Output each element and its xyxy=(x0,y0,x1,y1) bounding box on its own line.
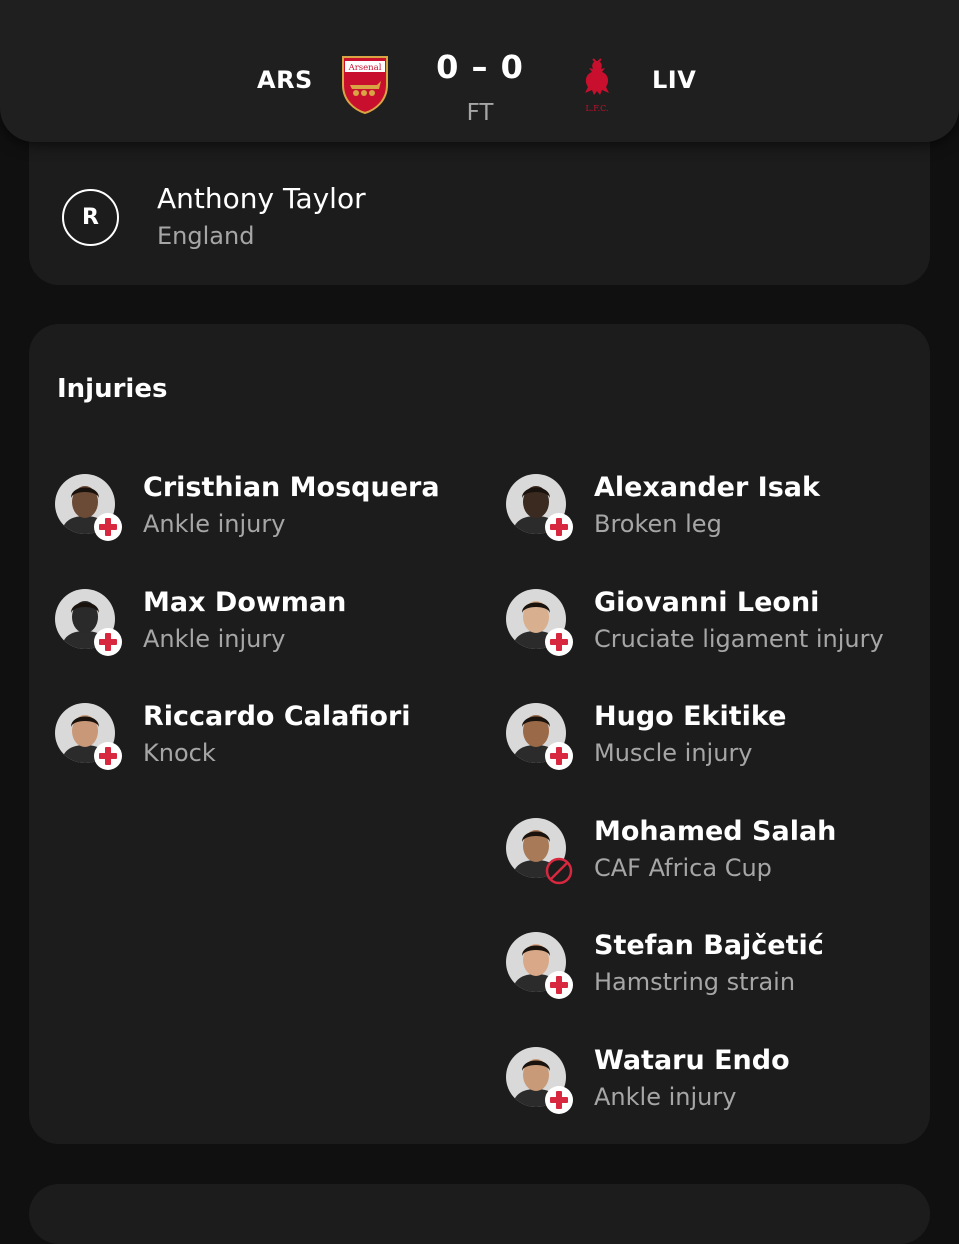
player-name: Giovanni Leoni xyxy=(594,587,820,618)
player-row[interactable]: Riccardo Calafiori Knock xyxy=(55,701,475,793)
referee-country: England xyxy=(157,222,255,250)
player-row[interactable]: Giovanni Leoni Cruciate ligament injury xyxy=(506,587,926,679)
match-header[interactable]: ARS Arsenal 0 – 0 FT L.F.C. LIV xyxy=(0,0,959,142)
player-name: Max Dowman xyxy=(143,587,347,618)
match-status: FT xyxy=(466,100,494,126)
next-card xyxy=(29,1184,930,1244)
player-name: Mohamed Salah xyxy=(594,816,837,847)
player-name: Hugo Ekitike xyxy=(594,701,787,732)
referee-badge-icon: R xyxy=(62,189,119,246)
match-score: 0 – 0 xyxy=(436,48,524,86)
referee-name[interactable]: Anthony Taylor xyxy=(157,182,366,215)
injury-reason: Knock xyxy=(143,739,216,767)
player-row[interactable]: Stefan Bajčetić Hamstring strain xyxy=(506,930,926,1022)
player-row[interactable]: Alexander Isak Broken leg xyxy=(506,472,926,564)
arsenal-crest-text: Arsenal xyxy=(348,63,382,73)
injury-cross-icon xyxy=(93,512,123,542)
player-row[interactable]: Hugo Ekitike Muscle injury xyxy=(506,701,926,793)
player-row[interactable]: Max Dowman Ankle injury xyxy=(55,587,475,679)
injury-cross-icon xyxy=(544,1085,574,1115)
liverpool-crest-text: L.F.C. xyxy=(585,104,608,113)
player-name: Stefan Bajčetić xyxy=(594,930,824,961)
unavailable-icon xyxy=(544,856,574,886)
injury-cross-icon xyxy=(544,970,574,1000)
injury-cross-icon xyxy=(544,741,574,771)
player-name: Cristhian Mosquera xyxy=(143,472,440,503)
injury-cross-icon xyxy=(544,627,574,657)
player-name: Riccardo Calafiori xyxy=(143,701,411,732)
away-team-code[interactable]: LIV xyxy=(652,66,696,94)
player-row[interactable]: Wataru Endo Ankle injury xyxy=(506,1045,926,1137)
player-name: Alexander Isak xyxy=(594,472,820,503)
injury-reason: Ankle injury xyxy=(143,625,286,653)
injury-reason: Hamstring strain xyxy=(594,968,796,996)
injuries-title: Injuries xyxy=(57,374,168,404)
player-row[interactable]: Mohamed Salah CAF Africa Cup xyxy=(506,816,926,908)
injury-reason: CAF Africa Cup xyxy=(594,854,772,882)
arsenal-crest-icon: Arsenal xyxy=(342,56,388,115)
injury-reason: Broken leg xyxy=(594,510,722,538)
liverpool-crest-icon: L.F.C. xyxy=(585,58,609,113)
home-team-code[interactable]: ARS xyxy=(257,66,313,94)
injury-reason: Muscle injury xyxy=(594,739,753,767)
injury-reason: Ankle injury xyxy=(143,510,286,538)
injuries-card: Injuries Cristhian Mosquera Ankle injury M… xyxy=(29,324,930,1144)
injury-reason: Cruciate ligament injury xyxy=(594,625,884,653)
injury-reason: Ankle injury xyxy=(594,1083,737,1111)
player-row[interactable]: Cristhian Mosquera Ankle injury xyxy=(55,472,475,564)
referee-badge-letter: R xyxy=(82,205,99,230)
injury-cross-icon xyxy=(93,627,123,657)
injury-cross-icon xyxy=(544,512,574,542)
player-name: Wataru Endo xyxy=(594,1045,790,1076)
injury-cross-icon xyxy=(93,741,123,771)
